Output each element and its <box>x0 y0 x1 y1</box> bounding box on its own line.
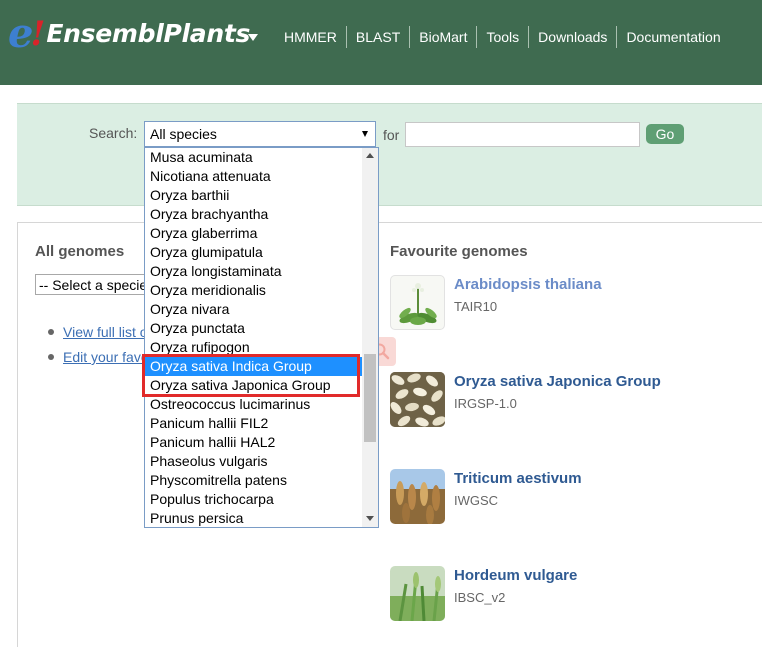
species-option[interactable]: Panicum hallii HAL2 <box>145 433 362 452</box>
nav-downloads[interactable]: Downloads <box>528 26 616 48</box>
hordeum-assembly: IBSC_v2 <box>454 590 506 605</box>
masthead: e ! EnsemblPlants HMMER BLAST BioMart To… <box>0 0 762 85</box>
scroll-up-arrow-icon[interactable] <box>366 153 374 158</box>
triticum-assembly: IWGSC <box>454 493 499 508</box>
species-select[interactable]: All species <box>144 121 376 147</box>
species-option[interactable]: Populus trichocarpa <box>145 490 362 509</box>
species-option[interactable]: Oryza meridionalis <box>145 281 362 300</box>
nav-documentation[interactable]: Documentation <box>616 26 729 48</box>
species-dropdown-list[interactable]: Musa acuminata Nicotiana attenuata Oryza… <box>144 147 379 528</box>
species-option[interactable]: Prunus persica <box>145 509 362 527</box>
arabidopsis-assembly: TAIR10 <box>454 299 498 314</box>
favourite-arabidopsis-link[interactable]: Arabidopsis thaliana <box>454 276 602 293</box>
arabidopsis-thumbnail[interactable] <box>390 275 445 330</box>
species-option[interactable]: Nicotiana attenuata <box>145 167 362 186</box>
for-label: for <box>383 127 400 143</box>
species-option[interactable]: Oryza glumipatula <box>145 243 362 262</box>
ensembl-plants-logo[interactable]: e ! EnsemblPlants <box>8 14 251 55</box>
annotation-highlight-box <box>142 354 360 397</box>
oryza-sativa-thumbnail[interactable] <box>390 372 445 427</box>
caret-down-icon[interactable] <box>248 34 258 41</box>
favourite-hordeum-link[interactable]: Hordeum vulgare <box>454 567 577 584</box>
favourite-triticum-link[interactable]: Triticum aestivum <box>454 470 582 487</box>
species-select-value: All species <box>150 126 217 142</box>
hordeum-thumbnail[interactable] <box>390 566 445 621</box>
all-genomes-heading: All genomes <box>35 243 125 260</box>
species-option[interactable]: Oryza barthii <box>145 186 362 205</box>
scrollbar-thumb[interactable] <box>364 354 376 442</box>
triticum-thumbnail[interactable] <box>390 469 445 524</box>
species-option[interactable]: Oryza nivara <box>145 300 362 319</box>
nav-blast[interactable]: BLAST <box>345 26 409 48</box>
nav-hmmer[interactable]: HMMER <box>275 26 346 48</box>
species-option[interactable]: Musa acuminata <box>145 148 362 167</box>
bullet-dot <box>48 329 54 335</box>
nav-biomart[interactable]: BioMart <box>409 26 476 48</box>
logo-exclamation: ! <box>30 14 46 54</box>
nav-tools[interactable]: Tools <box>476 26 528 48</box>
search-label: Search: <box>89 125 138 141</box>
go-button[interactable]: Go <box>646 124 684 144</box>
oryza-sativa-assembly: IRGSP-1.0 <box>454 396 517 411</box>
scroll-down-arrow-icon[interactable] <box>366 516 374 521</box>
search-panel <box>17 103 762 206</box>
species-option[interactable]: Panicum hallii FIL2 <box>145 414 362 433</box>
favourite-oryza-sativa-link[interactable]: Oryza sativa Japonica Group <box>454 373 661 390</box>
logo-text: EnsemblPlants <box>46 19 251 48</box>
dropdown-arrow-icon <box>362 131 368 137</box>
species-option[interactable]: Ostreococcus lucimarinus <box>145 395 362 414</box>
favourite-genomes-heading: Favourite genomes <box>390 243 528 260</box>
bullet-dot <box>48 354 54 360</box>
species-option[interactable]: Oryza punctata <box>145 319 362 338</box>
species-option[interactable]: Oryza brachyantha <box>145 205 362 224</box>
dropdown-scrollbar[interactable] <box>362 148 378 527</box>
search-query-input[interactable] <box>405 122 640 147</box>
species-option[interactable]: Phaseolus vulgaris <box>145 452 362 471</box>
species-option[interactable]: Oryza glaberrima <box>145 224 362 243</box>
species-option[interactable]: Physcomitrella patens <box>145 471 362 490</box>
species-option[interactable]: Oryza longistaminata <box>145 262 362 281</box>
top-nav: HMMER BLAST BioMart Tools Downloads Docu… <box>275 26 730 48</box>
